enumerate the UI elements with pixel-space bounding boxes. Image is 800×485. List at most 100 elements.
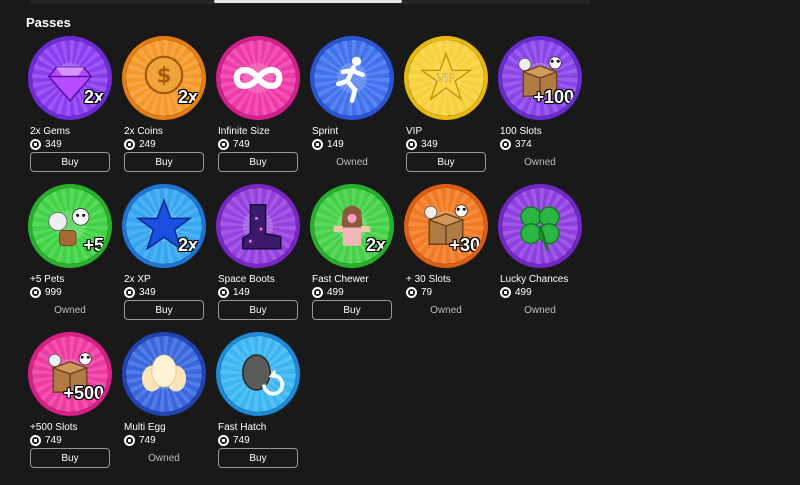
svg-text:VIP: VIP xyxy=(437,71,455,85)
diamond-gem-icon: 2x xyxy=(28,36,112,120)
multiplier-label: +30 xyxy=(449,235,480,255)
pass-price: 749 xyxy=(218,139,250,150)
price-value: 749 xyxy=(45,435,62,446)
pass-name: 2x Coins xyxy=(124,126,163,137)
eggs-icon xyxy=(122,332,206,416)
price-value: 374 xyxy=(515,139,532,150)
owned-label: Owned xyxy=(524,305,556,316)
pass-name: Sprint xyxy=(312,126,339,137)
robux-icon xyxy=(406,287,417,298)
owned-label: Owned xyxy=(54,305,86,316)
pet-box-icon: +100 xyxy=(498,36,582,120)
buy-button[interactable]: Buy xyxy=(30,152,110,172)
pass-name: 2x XP xyxy=(124,274,151,285)
blue-star-icon: 2x xyxy=(122,184,206,268)
buy-button[interactable]: Buy xyxy=(124,152,204,172)
robux-icon xyxy=(500,139,511,150)
pass-card: Multi Egg 749 Owned xyxy=(120,332,214,480)
buy-button[interactable]: Buy xyxy=(218,152,298,172)
pass-card: VIP VIP 349 Buy xyxy=(402,36,496,184)
pass-name: Multi Egg xyxy=(124,422,166,433)
owned-label: Owned xyxy=(336,157,368,168)
pass-name: Fast Chewer xyxy=(312,274,369,285)
passes-grid: 2x 2x Gems 349 Buy $2x 2x Coins 249 Buy Infinite… xyxy=(26,36,590,480)
pass-name: + 30 Slots xyxy=(406,274,451,285)
price-value: 149 xyxy=(233,287,250,298)
avatar-icon: 2x xyxy=(310,184,394,268)
multiplier-label: +100 xyxy=(533,87,574,107)
pass-price: 149 xyxy=(312,139,344,150)
robux-icon xyxy=(124,287,135,298)
robux-icon xyxy=(30,435,41,446)
pets-group-icon: +5 xyxy=(28,184,112,268)
section-title: Passes xyxy=(26,15,71,30)
pass-name: 2x Gems xyxy=(30,126,71,137)
robux-icon xyxy=(124,435,135,446)
pass-price: 149 xyxy=(218,287,250,298)
pass-price: 499 xyxy=(312,287,344,298)
pass-name: +500 Slots xyxy=(30,422,78,433)
multiplier-label: +5 xyxy=(83,235,104,255)
pass-card: 2x 2x Gems 349 Buy xyxy=(26,36,120,184)
price-value: 999 xyxy=(45,287,62,298)
robux-icon xyxy=(500,287,511,298)
pass-name: 100 Slots xyxy=(500,126,542,137)
pass-price: 349 xyxy=(30,139,62,150)
robux-icon xyxy=(124,139,135,150)
buy-button[interactable]: Buy xyxy=(124,300,204,320)
svg-text:$: $ xyxy=(157,64,172,89)
pass-name: Lucky Chances xyxy=(500,274,569,285)
multiplier-label: 2x xyxy=(177,87,198,107)
pass-card: $2x 2x Coins 249 Buy xyxy=(120,36,214,184)
robux-icon xyxy=(218,287,229,298)
coin-icon: $2x xyxy=(122,36,206,120)
multiplier-label: 2x xyxy=(365,235,386,255)
active-tab-indicator xyxy=(214,0,402,3)
pass-card: Infinite Size 749 Buy xyxy=(214,36,308,184)
pass-name: VIP xyxy=(406,126,423,137)
pass-price: 749 xyxy=(124,435,156,446)
owned-label: Owned xyxy=(148,453,180,464)
price-value: 349 xyxy=(139,287,156,298)
pass-price: 749 xyxy=(30,435,62,446)
price-value: 749 xyxy=(139,435,156,446)
robux-icon xyxy=(312,139,323,150)
pass-name: Space Boots xyxy=(218,274,275,285)
running-man-icon xyxy=(310,36,394,120)
pass-name: Fast Hatch xyxy=(218,422,267,433)
buy-button[interactable]: Buy xyxy=(406,152,486,172)
pass-price: 499 xyxy=(500,287,532,298)
robux-icon xyxy=(30,139,41,150)
pass-card: Space Boots 149 Buy xyxy=(214,184,308,332)
buy-button[interactable]: Buy xyxy=(218,300,298,320)
pass-card: +5 +5 Pets 999 Owned xyxy=(26,184,120,332)
pass-name: Infinite Size xyxy=(218,126,270,137)
buy-button[interactable]: Buy xyxy=(312,300,392,320)
price-value: 349 xyxy=(45,139,62,150)
price-value: 349 xyxy=(421,139,438,150)
owned-label: Owned xyxy=(430,305,462,316)
pet-box-icon: +500 xyxy=(28,332,112,416)
pass-card: 2x 2x XP 349 Buy xyxy=(120,184,214,332)
price-value: 149 xyxy=(327,139,344,150)
multiplier-label: +500 xyxy=(63,383,104,403)
buy-button[interactable]: Buy xyxy=(30,448,110,468)
price-value: 499 xyxy=(327,287,344,298)
price-value: 79 xyxy=(421,287,433,298)
pass-card: +100 100 Slots 374 Owned xyxy=(496,36,590,184)
space-boot-icon xyxy=(216,184,300,268)
pass-card: +500 +500 Slots 749 Buy xyxy=(26,332,120,480)
infinity-icon xyxy=(216,36,300,120)
pass-name: +5 Pets xyxy=(30,274,65,285)
pass-price: 749 xyxy=(218,435,250,446)
multiplier-label: 2x xyxy=(83,87,104,107)
pass-price: 999 xyxy=(30,287,62,298)
price-value: 749 xyxy=(233,435,250,446)
robux-icon xyxy=(218,435,229,446)
buy-button[interactable]: Buy xyxy=(218,448,298,468)
clover-icon xyxy=(498,184,582,268)
pass-card: Lucky Chances 499 Owned xyxy=(496,184,590,332)
robux-icon xyxy=(30,287,41,298)
price-value: 499 xyxy=(515,287,532,298)
pet-box-icon: +30 xyxy=(404,184,488,268)
